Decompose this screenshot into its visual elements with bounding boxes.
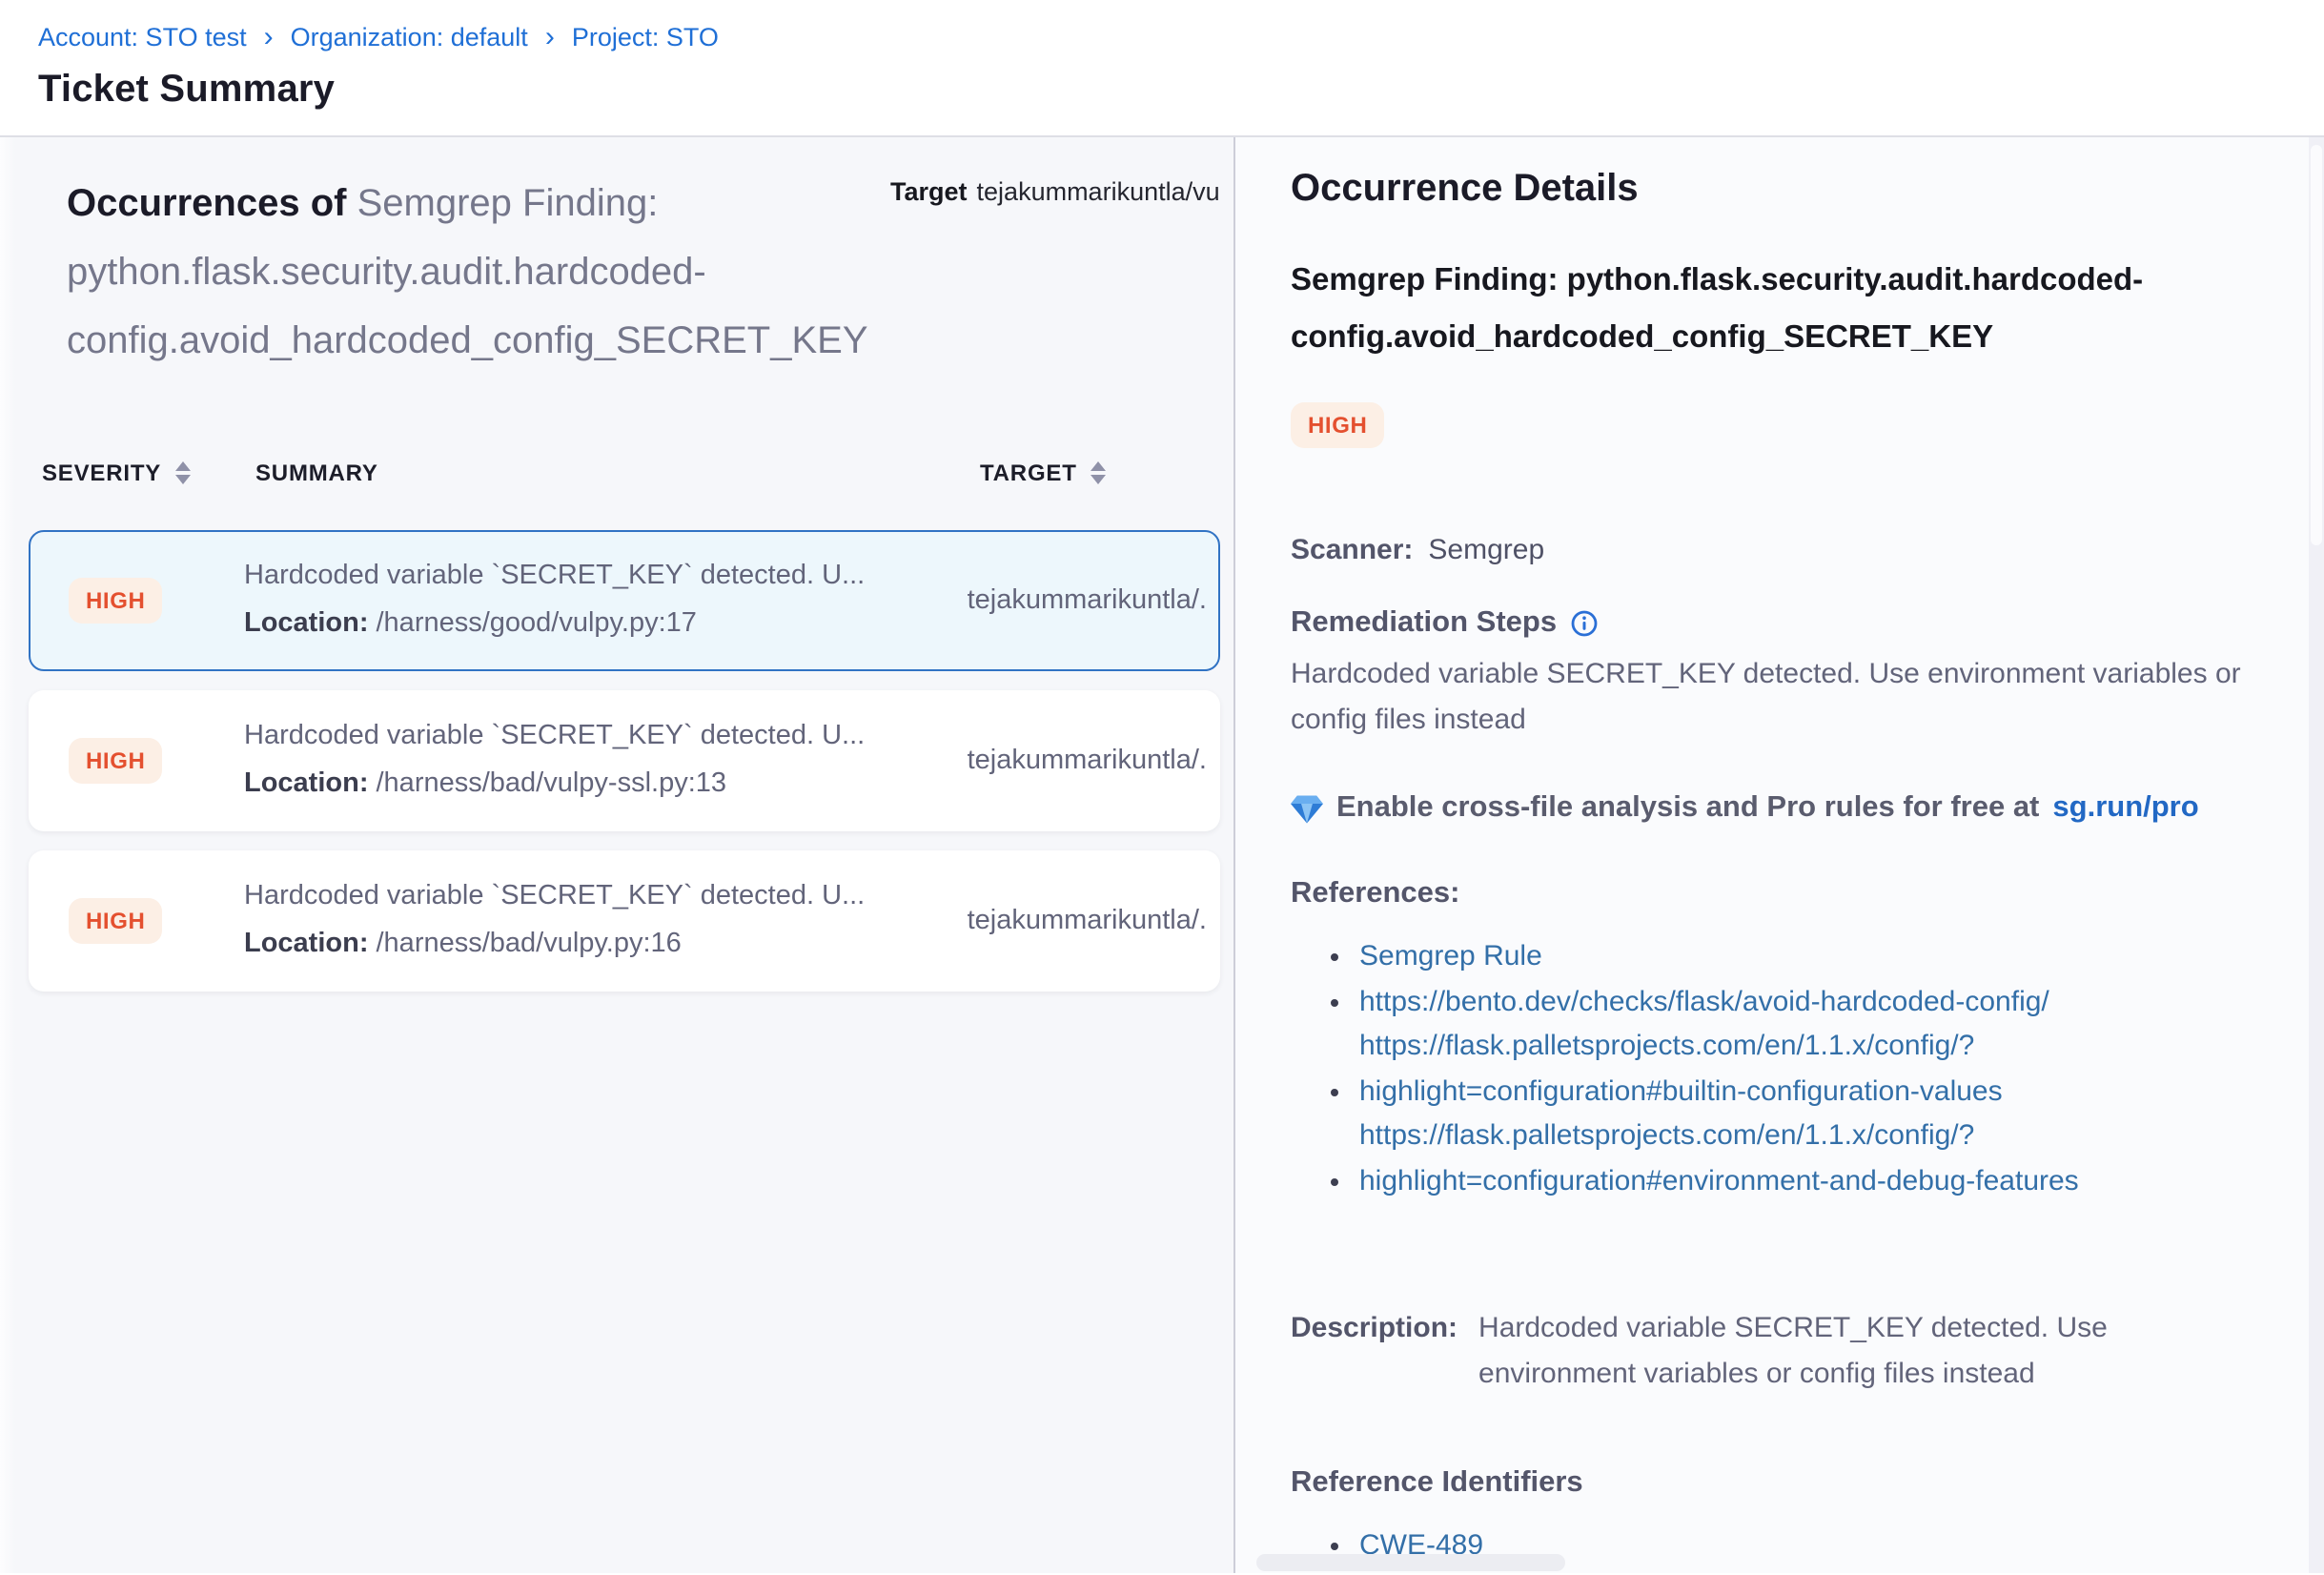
- chevron-right-icon: ›: [545, 25, 555, 50]
- finding-title: Semgrep Finding: python.flask.security.a…: [1291, 252, 2253, 366]
- severity-header-label: SEVERITY: [42, 460, 161, 486]
- horizontal-scrollbar[interactable]: [1256, 1554, 1565, 1571]
- severity-cell: HIGH: [69, 738, 244, 784]
- remediation-text: Hardcoded variable SECRET_KEY detected. …: [1291, 652, 2267, 744]
- severity-cell: HIGH: [69, 578, 244, 624]
- page-header: Account: STO test › Organization: defaul…: [0, 0, 2324, 137]
- list-item: https://bento.dev/checks/flask/avoid-har…: [1359, 979, 2267, 1024]
- table-row[interactable]: HIGH Hardcoded variable `SECRET_KEY` det…: [29, 850, 1220, 992]
- pro-tip-text: Enable cross-file analysis and Pro rules…: [1336, 791, 2039, 826]
- location-line: Location: /harness/bad/vulpy-ssl.py:13: [244, 761, 925, 808]
- description-text: Hardcoded variable SECRET_KEY detected. …: [1478, 1306, 2267, 1398]
- info-icon[interactable]: [1570, 610, 1597, 637]
- chevron-right-icon: ›: [264, 25, 274, 50]
- reference-identifiers-label: Reference Identifiers: [1291, 1466, 1583, 1501]
- target-cell: tejakummarikuntla/.: [925, 585, 1207, 616]
- reference-link[interactable]: https://flask.palletsprojects.com/en/1.1…: [1359, 1114, 2255, 1203]
- scrollbar-thumb[interactable]: [2311, 145, 2322, 545]
- severity-badge: HIGH: [69, 578, 162, 624]
- table-row[interactable]: HIGH Hardcoded variable `SECRET_KEY` det…: [29, 530, 1220, 671]
- breadcrumb-project-link[interactable]: Project: STO: [572, 23, 719, 51]
- breadcrumb-account-link[interactable]: Account: STO test: [38, 23, 247, 51]
- reference-link[interactable]: https://flask.palletsprojects.com/en/1.1…: [1359, 1024, 2255, 1114]
- occurrences-panel: Occurrences of Semgrep Finding: python.f…: [0, 137, 1235, 1573]
- reference-link[interactable]: https://bento.dev/checks/flask/avoid-har…: [1359, 979, 2049, 1024]
- occurrences-table-header: SEVERITY SUMMARY TARGET: [0, 460, 1233, 486]
- list-item: Semgrep Rule: [1359, 934, 2267, 979]
- column-header-summary: SUMMARY: [255, 460, 932, 486]
- pro-tip-line: Enable cross-file analysis and Pro rules…: [1291, 791, 2267, 826]
- severity-badge: HIGH: [69, 738, 162, 784]
- occurrences-header: Occurrences of Semgrep Finding: python.f…: [0, 137, 1233, 376]
- sort-icon[interactable]: [174, 461, 190, 485]
- summary-cell: Hardcoded variable `SECRET_KEY` detected…: [244, 553, 925, 648]
- scanner-value: Semgrep: [1428, 534, 1544, 566]
- reference-identifiers-heading: Reference Identifiers: [1291, 1466, 2267, 1501]
- description-label: Description:: [1291, 1306, 1458, 1398]
- severity-badge: HIGH: [1291, 402, 1384, 448]
- vertical-scrollbar[interactable]: [2309, 137, 2324, 1573]
- occurrence-details-panel: Occurrence Details Semgrep Finding: pyth…: [1235, 137, 2324, 1573]
- scanner-label: Scanner:: [1291, 534, 1413, 566]
- breadcrumb: Account: STO test › Organization: defaul…: [38, 23, 2324, 51]
- gem-icon: [1291, 794, 1323, 823]
- location-line: Location: /harness/good/vulpy.py:17: [244, 601, 925, 648]
- details-title: Occurrence Details: [1291, 168, 2267, 212]
- description-row: Description: Hardcoded variable SECRET_K…: [1291, 1306, 2267, 1398]
- summary-header-label: SUMMARY: [255, 460, 378, 486]
- breadcrumb-organization-link[interactable]: Organization: default: [291, 23, 528, 51]
- summary-text: Hardcoded variable `SECRET_KEY` detected…: [244, 873, 925, 921]
- remediation-steps-label: Remediation Steps: [1291, 606, 1557, 641]
- reference-link[interactable]: Semgrep Rule: [1359, 934, 1542, 979]
- location-value: /harness/good/vulpy.py:17: [377, 608, 697, 639]
- target-label: Target: [890, 177, 968, 206]
- summary-text: Hardcoded variable `SECRET_KEY` detected…: [244, 713, 925, 761]
- references-heading: References:: [1291, 877, 2267, 911]
- column-header-target[interactable]: TARGET: [932, 460, 1214, 486]
- summary-cell: Hardcoded variable `SECRET_KEY` detected…: [244, 873, 925, 969]
- pro-tip-link[interactable]: sg.run/pro: [2052, 791, 2198, 826]
- severity-cell: HIGH: [69, 898, 244, 944]
- target-header-label: TARGET: [980, 460, 1077, 486]
- summary-cell: Hardcoded variable `SECRET_KEY` detected…: [244, 713, 925, 808]
- location-label: Location:: [244, 929, 369, 959]
- occurrences-title-prefix: Occurrences of: [67, 183, 357, 225]
- location-label: Location:: [244, 768, 369, 799]
- location-value: /harness/bad/vulpy-ssl.py:13: [377, 768, 727, 799]
- scanner-row: Scanner: Semgrep: [1291, 534, 2267, 566]
- location-label: Location:: [244, 608, 369, 639]
- references-label: References:: [1291, 877, 1460, 911]
- location-value: /harness/bad/vulpy.py:16: [377, 929, 682, 959]
- summary-text: Hardcoded variable `SECRET_KEY` detected…: [244, 553, 925, 601]
- target-summary: Target tejakummarikuntla/vu: [890, 177, 1233, 206]
- sort-icon[interactable]: [1091, 461, 1106, 485]
- target-value: tejakummarikuntla/vu: [977, 177, 1220, 206]
- references-list: Semgrep Rule https://bento.dev/checks/fl…: [1291, 934, 2267, 1203]
- ticket-summary-page: Account: STO test › Organization: defaul…: [0, 0, 2324, 1575]
- location-line: Location: /harness/bad/vulpy.py:16: [244, 921, 925, 969]
- occurrences-table-body: HIGH Hardcoded variable `SECRET_KEY` det…: [0, 530, 1233, 992]
- table-row[interactable]: HIGH Hardcoded variable `SECRET_KEY` det…: [29, 690, 1220, 831]
- target-cell: tejakummarikuntla/.: [925, 746, 1207, 776]
- page-title: Ticket Summary: [38, 69, 2324, 112]
- content-area: Occurrences of Semgrep Finding: python.f…: [0, 137, 2324, 1573]
- column-header-severity[interactable]: SEVERITY: [42, 460, 255, 486]
- severity-badge: HIGH: [69, 898, 162, 944]
- remediation-steps-heading: Remediation Steps: [1291, 606, 2267, 641]
- details-severity-row: HIGH: [1291, 402, 2267, 448]
- list-item: https://flask.palletsprojects.com/en/1.1…: [1359, 1114, 2267, 1203]
- target-cell: tejakummarikuntla/.: [925, 906, 1207, 936]
- list-item: https://flask.palletsprojects.com/en/1.1…: [1359, 1024, 2267, 1114]
